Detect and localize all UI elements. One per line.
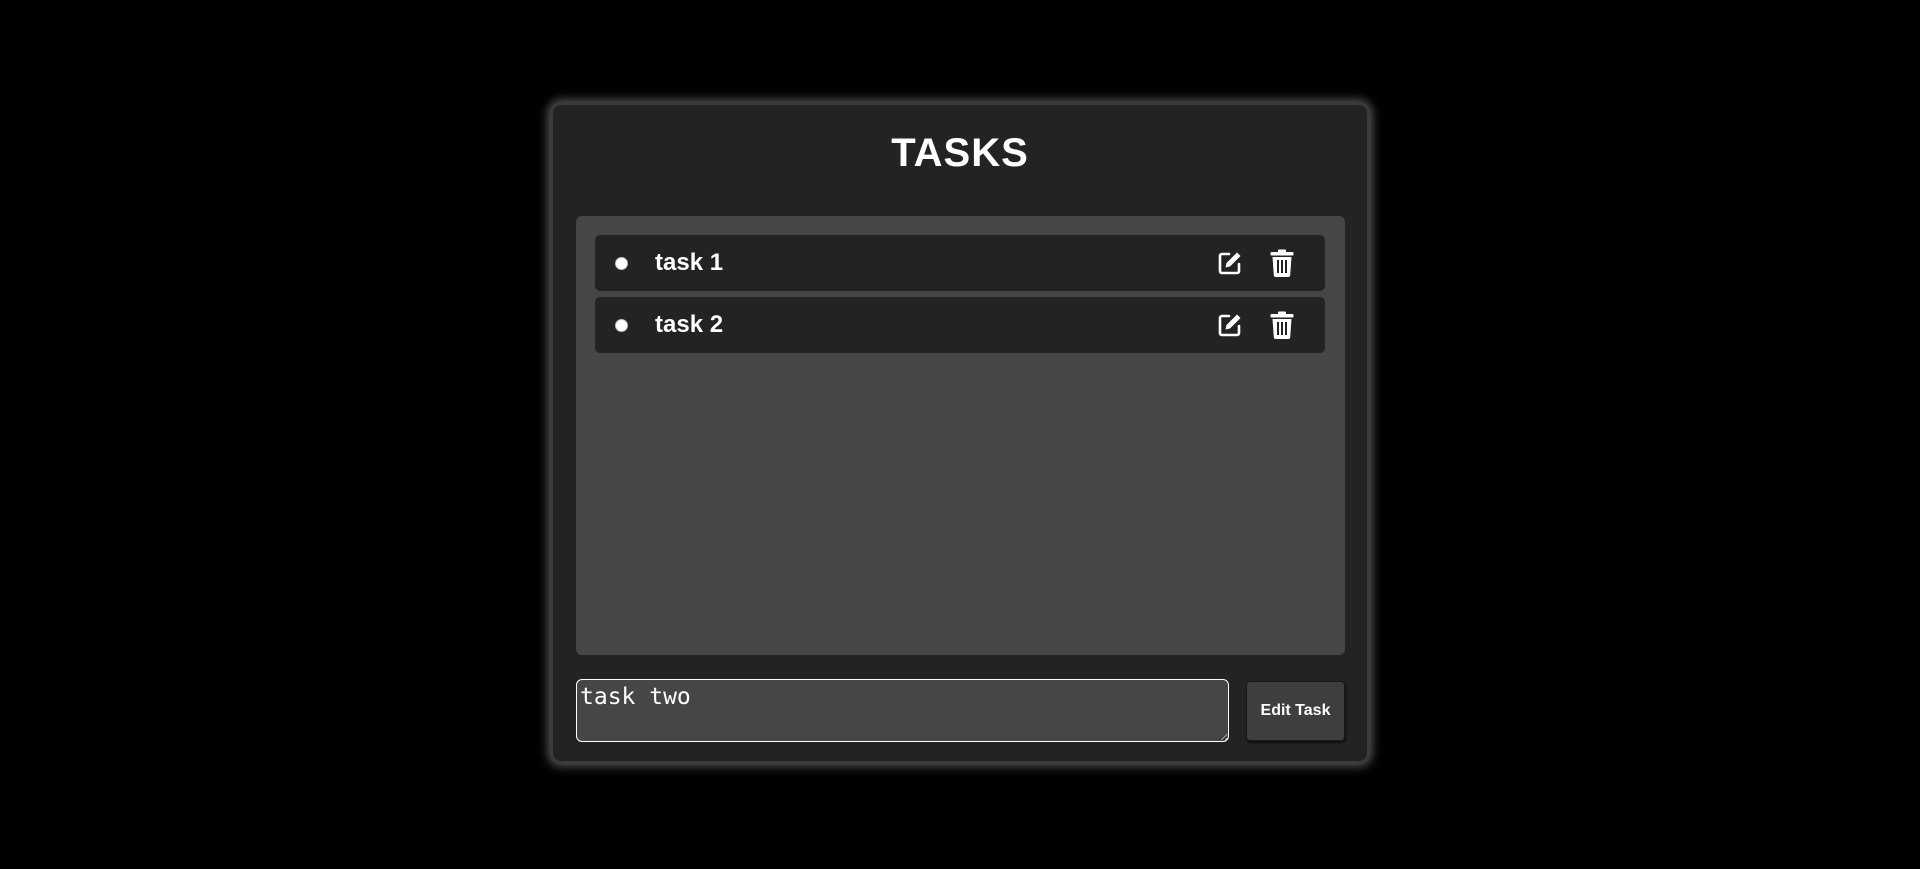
task-row: task 2 xyxy=(595,297,1325,353)
edit-task-button[interactable]: Edit Task xyxy=(1246,681,1345,741)
task-row: task 1 xyxy=(595,235,1325,291)
task-label: task 1 xyxy=(655,249,724,276)
task-input[interactable]: task two xyxy=(576,679,1229,742)
edit-icon[interactable] xyxy=(1215,310,1245,340)
task-complete-radio[interactable] xyxy=(615,257,628,270)
trash-icon[interactable] xyxy=(1267,248,1297,278)
page-title: TASKS xyxy=(891,131,1029,175)
task-list: task 1 task 2 xyxy=(576,216,1345,655)
tasks-card: TASKS task 1 task 2 task two Edit Task xyxy=(551,103,1369,763)
task-label: task 2 xyxy=(655,311,724,338)
task-complete-radio[interactable] xyxy=(615,319,628,332)
trash-icon[interactable] xyxy=(1267,310,1297,340)
edit-icon[interactable] xyxy=(1215,248,1245,278)
